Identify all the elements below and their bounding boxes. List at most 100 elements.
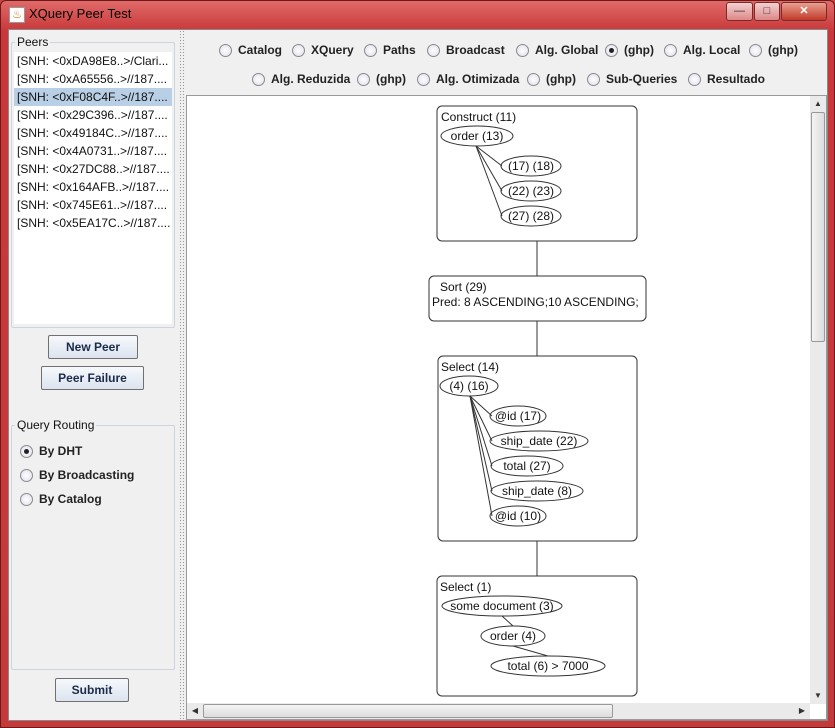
radio-icon[interactable] bbox=[20, 444, 33, 458]
peer-list-item[interactable]: [SNH: <0x4A0731..>//187.... bbox=[14, 142, 172, 160]
peer-list-item[interactable]: [SNH: <0x27DC88..>//187.... bbox=[14, 160, 172, 178]
radio-icon[interactable] bbox=[749, 43, 762, 57]
peers-legend: Peers bbox=[17, 35, 49, 49]
construct-label: Construct (11) bbox=[441, 110, 516, 124]
view-option[interactable]: Alg. Otimizada bbox=[417, 72, 519, 86]
radio-icon[interactable] bbox=[527, 72, 540, 86]
construct-child: (27) (28) bbox=[508, 209, 554, 223]
scroll-up-icon[interactable]: ▲ bbox=[810, 96, 826, 112]
select-14-child: ship_date (22) bbox=[501, 434, 578, 448]
sort-pred: Pred: 8 ASCENDING;10 ASCENDING; bbox=[432, 295, 639, 309]
view-option-label: XQuery bbox=[311, 43, 354, 57]
view-option-label: (ghp) bbox=[546, 72, 576, 86]
view-option-label: Alg. Local bbox=[683, 43, 741, 57]
peer-list-item[interactable]: [SNH: <0x29C396..>//187.... bbox=[14, 106, 172, 124]
vertical-scrollbar[interactable]: ▲ ▼ bbox=[810, 96, 826, 704]
radio-icon[interactable] bbox=[516, 43, 529, 57]
routing-option[interactable]: By Broadcasting bbox=[20, 468, 134, 482]
peer-list-item[interactable]: [SNH: <0x5EA17C..>//187.... bbox=[14, 214, 172, 232]
routing-option[interactable]: By Catalog bbox=[20, 492, 102, 506]
submit-button[interactable]: Submit bbox=[55, 678, 129, 702]
view-option-label: Catalog bbox=[238, 43, 283, 57]
radio-icon[interactable] bbox=[664, 43, 677, 57]
routing-option-label: By Catalog bbox=[39, 492, 102, 506]
query-routing-legend: Query Routing bbox=[17, 418, 95, 432]
vertical-scroll-thumb[interactable] bbox=[811, 112, 825, 342]
radio-icon[interactable] bbox=[252, 72, 265, 86]
view-option[interactable]: Broadcast bbox=[427, 43, 505, 57]
peer-list-item[interactable]: [SNH: <0xA65556..>//187.... bbox=[14, 70, 172, 88]
peer-list-item[interactable]: [SNH: <0x164AFB..>//187.... bbox=[14, 178, 172, 196]
select-1-label: Select (1) bbox=[440, 580, 491, 594]
window-title: XQuery Peer Test bbox=[29, 6, 132, 21]
view-option-label: Sub-Queries bbox=[606, 72, 678, 86]
view-option[interactable]: Alg. Global bbox=[516, 43, 598, 57]
view-option[interactable]: (ghp) bbox=[749, 43, 798, 57]
view-option-label: (ghp) bbox=[376, 72, 406, 86]
radio-icon[interactable] bbox=[357, 72, 370, 86]
view-option[interactable]: Paths bbox=[364, 43, 416, 57]
view-option-label: (ghp) bbox=[768, 43, 798, 57]
routing-option[interactable]: By DHT bbox=[20, 444, 82, 458]
peer-list-item[interactable]: [SNH: <0xF08C4F..>//187.... bbox=[14, 88, 172, 106]
split-pane-divider[interactable] bbox=[179, 30, 185, 720]
peer-list-item[interactable]: [SNH: <0x49184C..>//187.... bbox=[14, 124, 172, 142]
view-option[interactable]: (ghp) bbox=[357, 72, 406, 86]
select-14-label: Select (14) bbox=[441, 360, 499, 374]
close-button[interactable]: ✕ bbox=[781, 2, 827, 21]
routing-option-label: By Broadcasting bbox=[39, 468, 135, 482]
construct-root: order (13) bbox=[451, 129, 504, 143]
view-option-label: Resultado bbox=[707, 72, 766, 86]
horizontal-scrollbar[interactable]: ◀ ▶ bbox=[187, 703, 810, 719]
window: ♨ XQuery Peer Test — □ ✕ Peers [SNH: <0x… bbox=[0, 0, 835, 728]
scroll-right-icon[interactable]: ▶ bbox=[794, 703, 810, 719]
select-14-child: @id (17) bbox=[495, 409, 541, 423]
peer-list-item[interactable]: [SNH: <0x745E61..>//187.... bbox=[14, 196, 172, 214]
radio-icon[interactable] bbox=[417, 72, 430, 86]
view-option[interactable]: Resultado bbox=[688, 72, 765, 86]
select-14-child: ship_date (8) bbox=[502, 484, 572, 498]
select-14-child: total (27) bbox=[503, 459, 550, 473]
minimize-button[interactable]: — bbox=[726, 2, 753, 21]
select-14-child: @id (10) bbox=[495, 509, 541, 523]
view-option-label: Alg. Otimizada bbox=[436, 72, 520, 86]
view-option[interactable]: Catalog bbox=[219, 43, 282, 57]
select-1-node bbox=[436, 575, 638, 697]
scroll-left-icon[interactable]: ◀ bbox=[187, 703, 203, 719]
client-area: Peers [SNH: <0xDA98E8..>/Clari... [SNH: <… bbox=[8, 29, 828, 721]
java-icon: ♨ bbox=[9, 7, 25, 23]
radio-icon[interactable] bbox=[219, 43, 232, 57]
maximize-button[interactable]: □ bbox=[754, 2, 780, 21]
left-panel: Peers [SNH: <0xDA98E8..>/Clari... [SNH: <… bbox=[9, 30, 179, 720]
view-option-label: Alg. Global bbox=[535, 43, 599, 57]
view-option[interactable]: Alg. Reduzida bbox=[252, 72, 350, 86]
peer-failure-button[interactable]: Peer Failure bbox=[41, 366, 144, 390]
view-option-label: Alg. Reduzida bbox=[271, 72, 351, 86]
radio-icon[interactable] bbox=[20, 492, 33, 506]
select-1-node-item: some document (3) bbox=[450, 599, 553, 613]
plan-scroll-pane: Construct (11) order (13) (17) (18) (22)… bbox=[186, 95, 827, 720]
radio-icon[interactable] bbox=[292, 43, 305, 57]
view-option[interactable]: Alg. Local bbox=[664, 43, 740, 57]
routing-option-label: By DHT bbox=[39, 444, 83, 458]
horizontal-scroll-thumb[interactable] bbox=[203, 704, 613, 718]
select-1-node-item: order (4) bbox=[490, 629, 536, 643]
view-option-label: (ghp) bbox=[624, 43, 654, 57]
select-14-root: (4) (16) bbox=[449, 379, 488, 393]
radio-icon[interactable] bbox=[20, 468, 33, 482]
view-option[interactable]: XQuery bbox=[292, 43, 354, 57]
view-option[interactable]: (ghp) bbox=[527, 72, 576, 86]
view-option-label: Paths bbox=[383, 43, 416, 57]
new-peer-button[interactable]: New Peer bbox=[48, 335, 138, 359]
radio-icon[interactable] bbox=[605, 43, 618, 57]
peer-list-item[interactable]: [SNH: <0xDA98E8..>/Clari... bbox=[14, 52, 172, 70]
view-option[interactable]: Sub-Queries bbox=[587, 72, 677, 86]
select-1-node-item: total (6) > 7000 bbox=[507, 659, 588, 673]
radio-icon[interactable] bbox=[688, 72, 701, 86]
radio-icon[interactable] bbox=[587, 72, 600, 86]
scroll-down-icon[interactable]: ▼ bbox=[810, 688, 826, 704]
view-option[interactable]: (ghp) bbox=[605, 43, 654, 57]
radio-icon[interactable] bbox=[427, 43, 440, 57]
radio-icon[interactable] bbox=[364, 43, 377, 57]
peer-list[interactable]: [SNH: <0xDA98E8..>/Clari... [SNH: <0xA655… bbox=[14, 52, 172, 324]
